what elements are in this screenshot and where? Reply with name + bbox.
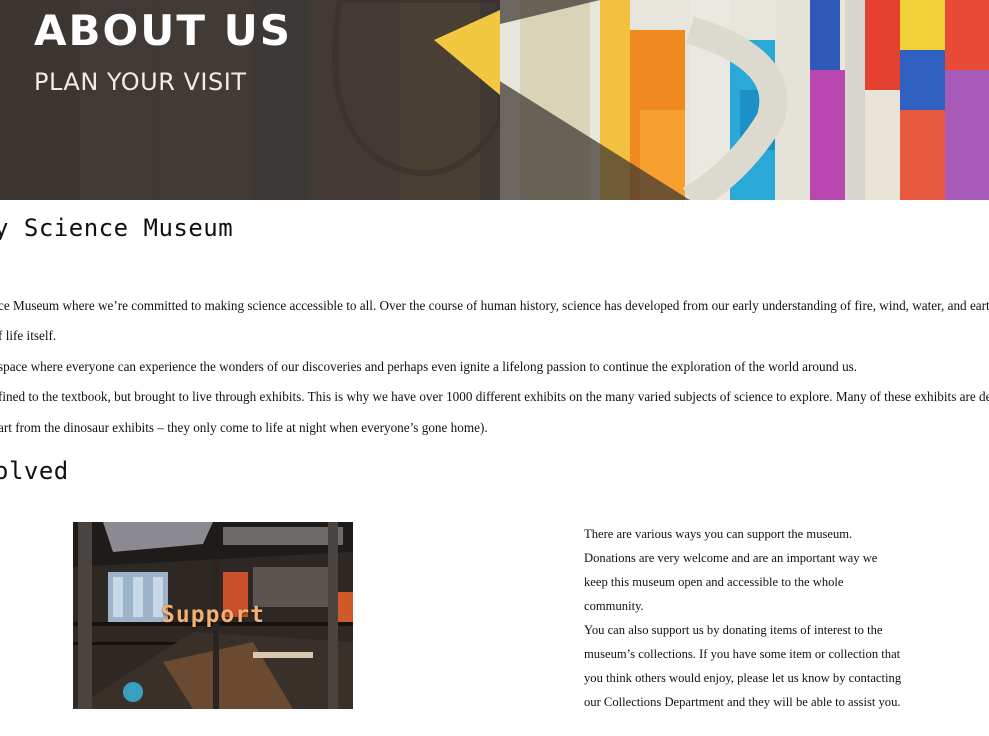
support-line-4: community. — [584, 599, 644, 613]
page-subtitle: PLAN YOUR VISIT — [34, 68, 247, 96]
hero-banner: ABOUT US PLAN YOUR VISIT — [0, 0, 989, 200]
support-line-7: you think others would enjoy, please let… — [584, 671, 902, 685]
support-description: There are various ways you can support t… — [584, 522, 914, 714]
support-line-5: You can also support us by donating item… — [584, 623, 883, 637]
support-image-label: Support — [161, 602, 265, 628]
support-line-8: our Collections Department and they will… — [584, 695, 901, 709]
welcome-paragraph-4: fined to the textbook, but brought to li… — [0, 389, 989, 404]
support-image-link[interactable]: Support — [73, 522, 353, 709]
welcome-paragraph-1: ce Museum where we’re committed to makin… — [0, 298, 989, 313]
support-line-3: keep this museum open and accessible to … — [584, 575, 844, 589]
page-title: ABOUT US — [34, 6, 292, 55]
get-involved-heading: olved — [0, 457, 69, 485]
support-line-2: Donations are very welcome and are an im… — [584, 551, 878, 565]
welcome-heading: y Science Museum — [0, 214, 234, 242]
support-line-1: There are various ways you can support t… — [584, 527, 853, 541]
welcome-paragraph-5: art from the dinosaur exhibits – they on… — [0, 420, 488, 435]
welcome-paragraph-2: f life itself. — [0, 328, 57, 343]
support-line-6: museum’s collections. If you have some i… — [584, 647, 901, 661]
welcome-paragraph-3: space where everyone can experience the … — [0, 359, 858, 374]
